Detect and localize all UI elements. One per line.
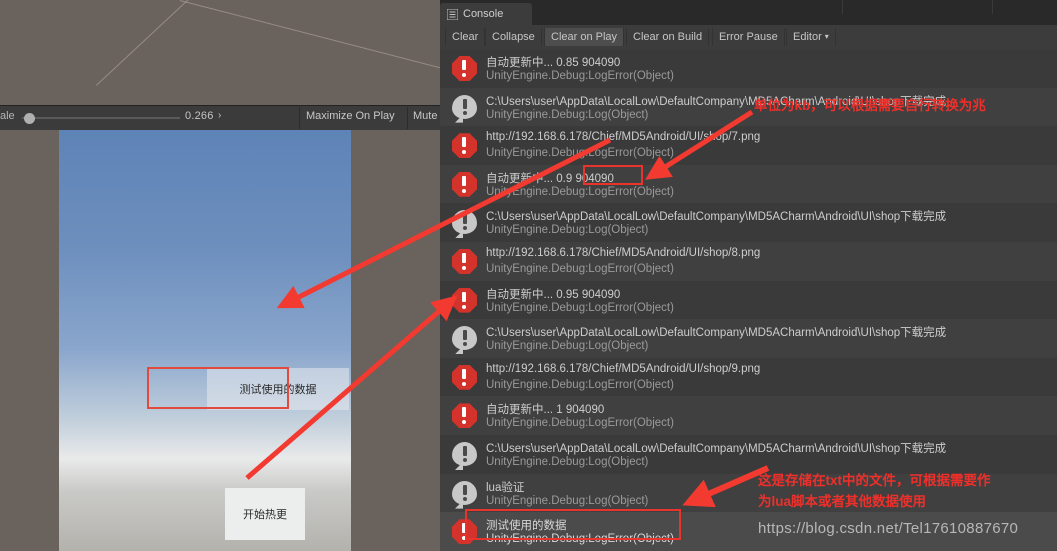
error-icon <box>452 287 477 313</box>
log-stacktrace: UnityEngine.Debug:LogError(Object) <box>486 70 674 82</box>
error-icon <box>452 249 477 274</box>
log-icon <box>452 480 477 509</box>
scale-slider[interactable] <box>22 117 180 119</box>
error-icon <box>452 171 477 197</box>
clear-on-build-button[interactable]: Clear on Build <box>626 28 710 46</box>
chevron-down-icon: ▾ <box>824 32 829 41</box>
log-icon <box>452 326 477 355</box>
log-stacktrace: UnityEngine.Debug:LogError(Object) <box>486 147 674 160</box>
selected-log-highlight-box <box>465 509 681 540</box>
collapse-button[interactable]: Collapse <box>485 28 542 46</box>
game-view[interactable]: 测试使用的数据 开始热更 更新完成 <box>0 130 440 551</box>
editor-dropdown[interactable]: Editor ▾ <box>786 28 836 46</box>
log-stacktrace: UnityEngine.Debug:Log(Object) <box>486 108 649 121</box>
watermark: https://blog.csdn.net/Tel17610887670 <box>758 520 1019 537</box>
log-message: C:\Users\user\AppData\LocalLow\DefaultCo… <box>486 211 947 224</box>
log-row[interactable]: 自动更新中... 0.95 904090 UnityEngine.Debug:Lo… <box>440 280 1057 320</box>
scale-value: 0.266 <box>185 110 214 122</box>
tab-console[interactable]: Console <box>440 3 532 25</box>
log-stacktrace: UnityEngine.Debug:LogError(Object) <box>486 185 674 198</box>
tabstrip-divider <box>992 0 993 14</box>
log-stacktrace: UnityEngine.Debug:Log(Object) <box>486 456 649 468</box>
log-row[interactable]: 自动更新中... 1 904090 UnityEngine.Debug:LogEr… <box>440 396 1057 435</box>
log-stacktrace: UnityEngine.Debug:LogError(Object) <box>486 378 674 391</box>
clear-on-play-button[interactable]: Clear on Play <box>544 28 625 46</box>
log-stacktrace: UnityEngine.Debug:LogError(Object) <box>486 263 674 275</box>
log-message: C:\Users\user\AppData\LocalLow\DefaultCo… <box>486 327 947 340</box>
log-message: C:\Users\user\AppData\LocalLow\DefaultCo… <box>486 443 947 455</box>
log-message: http://192.168.6.178/Chief/MD5Android/UI… <box>486 362 761 375</box>
editor-dropdown-label: Editor <box>793 31 822 43</box>
tabstrip-divider <box>842 0 843 14</box>
tab-console-label: Console <box>463 8 504 20</box>
error-icon <box>452 56 477 81</box>
clear-button[interactable]: Clear <box>445 28 486 46</box>
console-tab-strip: Console <box>440 0 1057 25</box>
error-icon <box>452 364 477 390</box>
game-canvas[interactable]: 测试使用的数据 开始热更 <box>59 130 351 551</box>
scene-guide-line-left <box>96 0 302 86</box>
error-pause-button[interactable]: Error Pause <box>712 28 785 46</box>
log-icon <box>452 442 477 470</box>
log-row[interactable]: 自动更新中... 0.85 904090 UnityEngine.Debug:Lo… <box>440 49 1057 88</box>
log-row[interactable]: http://192.168.6.178/Chief/MD5Android/UI… <box>440 242 1057 281</box>
log-message: 自动更新中... 1 904090 <box>486 404 605 417</box>
log-stacktrace: UnityEngine.Debug:Log(Object) <box>486 224 649 237</box>
chevron-right-icon[interactable]: › <box>218 110 221 121</box>
list-icon <box>447 8 458 20</box>
log-row[interactable]: C:\Users\user\AppData\LocalLow\DefaultCo… <box>440 319 1057 358</box>
scene-guide-line-right <box>179 0 440 92</box>
log-row[interactable]: http://192.168.6.178/Chief/MD5Android/UI… <box>440 357 1057 397</box>
log-stacktrace: UnityEngine.Debug:Log(Object) <box>486 494 649 507</box>
log-message: 自动更新中... 0.95 904090 <box>486 288 621 301</box>
log-message: http://192.168.6.178/Chief/MD5Android/UI… <box>486 247 761 259</box>
error-icon <box>452 133 477 159</box>
log-icon <box>452 94 477 123</box>
mute-button[interactable]: Mute <box>413 110 437 122</box>
log-message: 自动更新中... 0.85 904090 <box>486 57 621 69</box>
error-icon <box>452 403 477 429</box>
annotation-txt-note-line2: 为lua脚本或者其他数据使用 <box>758 494 927 509</box>
toolbar-divider <box>299 107 300 129</box>
scale-slider-handle[interactable] <box>24 113 35 124</box>
game-view-toolbar[interactable]: ale 0.266 › Maximize On Play Mute <box>0 105 440 131</box>
log-row[interactable]: C:\Users\user\AppData\LocalLow\DefaultCo… <box>440 435 1057 474</box>
console-toolbar: Clear Collapse Clear on Play Clear on Bu… <box>440 25 1057 50</box>
log-row[interactable]: 自动更新中... 0.9 904090 UnityEngine.Debug:Log… <box>440 164 1057 204</box>
start-hot-update-button[interactable]: 开始热更 <box>225 488 305 540</box>
log-icon <box>452 210 477 239</box>
annotation-unit-note: 单位为kb，可以根据需要自行转换为兆 <box>754 98 986 113</box>
value-highlight-box <box>583 165 643 185</box>
toolbar-divider <box>407 107 408 129</box>
log-row[interactable]: C:\Users\user\AppData\LocalLow\DefaultCo… <box>440 203 1057 242</box>
test-data-highlight-box <box>147 367 289 409</box>
console-window: Console Clear Collapse Clear on Play Cle… <box>440 0 1057 551</box>
scene-view[interactable] <box>0 0 440 105</box>
log-stacktrace: UnityEngine.Debug:Log(Object) <box>486 340 649 353</box>
maximize-on-play-button[interactable]: Maximize On Play <box>306 110 395 122</box>
log-stacktrace: UnityEngine.Debug:LogError(Object) <box>486 301 674 314</box>
scale-label: ale <box>0 110 15 122</box>
log-message: http://192.168.6.178/Chief/MD5Android/UI… <box>486 131 761 144</box>
log-row[interactable]: http://192.168.6.178/Chief/MD5Android/UI… <box>440 126 1057 165</box>
unity-editor-left-panel: ale 0.266 › Maximize On Play Mute 测试使用的数… <box>0 0 440 551</box>
annotation-txt-note-line1: 这是存储在txt中的文件，可根据需要作 <box>758 473 991 488</box>
log-message: lua验证 <box>486 481 525 494</box>
log-stacktrace: UnityEngine.Debug:LogError(Object) <box>486 417 674 430</box>
